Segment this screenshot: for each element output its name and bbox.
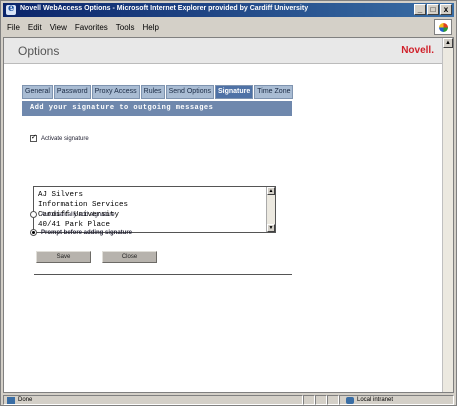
signature-text: AJ Silvers Information Services Cardiff …: [38, 190, 128, 230]
page-content: Options Novell. General Password Proxy A…: [3, 37, 454, 393]
status-cell: [327, 395, 339, 405]
internet-explorer-icon: [6, 3, 16, 15]
automatically-add-label: Automatically add signature: [41, 211, 115, 218]
prompt-before-radio[interactable]: [30, 229, 37, 236]
signature-line: 40/41 Park Place: [38, 221, 111, 229]
status-bar: Done Local intranet: [3, 395, 454, 405]
menu-file[interactable]: File: [7, 23, 20, 32]
signature-textarea[interactable]: AJ Silvers Information Services Cardiff …: [33, 186, 276, 233]
novell-logo: Novell.: [401, 45, 434, 56]
signature-line: AJ Silvers: [38, 191, 84, 199]
menu-bar: File Edit View Favorites Tools Help: [3, 19, 454, 35]
status-text-area: Done: [3, 395, 303, 405]
divider: [34, 274, 292, 275]
page-icon: [7, 396, 15, 404]
scroll-up-icon[interactable]: ▲: [267, 187, 275, 195]
minimize-button[interactable]: _: [414, 4, 426, 15]
close-button[interactable]: x: [440, 4, 452, 15]
tab-password[interactable]: Password: [53, 85, 91, 99]
tab-proxy-access[interactable]: Proxy Access: [91, 85, 140, 99]
tab-send-options[interactable]: Send Options: [165, 85, 214, 99]
intranet-icon: [346, 396, 354, 404]
activate-signature-option[interactable]: Activate signature: [30, 133, 89, 142]
status-text: Done: [18, 397, 33, 403]
maximize-button[interactable]: □: [427, 4, 439, 15]
browser-window: Novell WebAccess Options - Microsoft Int…: [0, 0, 457, 406]
menu-view[interactable]: View: [50, 23, 67, 32]
menu-favorites[interactable]: Favorites: [75, 23, 108, 32]
activate-signature-checkbox[interactable]: [30, 133, 37, 142]
tab-rules[interactable]: Rules: [140, 85, 165, 99]
menu-help[interactable]: Help: [142, 23, 158, 32]
tab-time-zone[interactable]: Time Zone: [254, 85, 294, 99]
prompt-before-option[interactable]: Prompt before adding signature: [30, 229, 132, 236]
page-scroll-up-icon[interactable]: ▲: [443, 38, 453, 48]
options-tabs: General Password Proxy Access Rules Send…: [22, 85, 294, 99]
prompt-before-label: Prompt before adding signature: [41, 229, 133, 236]
signature-scrollbar[interactable]: ▲ ▼: [266, 187, 275, 232]
status-cell: [315, 395, 327, 405]
security-zone: Local intranet: [339, 395, 454, 405]
page-scrollbar[interactable]: ▲: [442, 38, 453, 392]
tab-signature[interactable]: Signature: [214, 85, 254, 99]
title-bar[interactable]: Novell WebAccess Options - Microsoft Int…: [3, 3, 454, 17]
windows-logo-icon: [434, 19, 452, 35]
automatically-add-radio[interactable]: [30, 211, 37, 218]
automatically-add-option[interactable]: Automatically add signature: [30, 211, 115, 218]
scroll-down-icon[interactable]: ▼: [267, 224, 275, 232]
window-title: Novell WebAccess Options - Microsoft Int…: [20, 5, 309, 12]
section-banner: Add your signature to outgoing messages: [22, 101, 292, 116]
page-header: Options Novell.: [4, 38, 442, 64]
status-cell: [303, 395, 315, 405]
menu-edit[interactable]: Edit: [28, 23, 42, 32]
page-title: Options: [18, 44, 60, 58]
save-button[interactable]: Save: [36, 251, 91, 263]
zone-label: Local intranet: [357, 397, 394, 403]
close-form-button[interactable]: Close: [102, 251, 157, 263]
tab-general[interactable]: General: [22, 85, 53, 99]
menu-tools[interactable]: Tools: [116, 23, 135, 32]
signature-line: Information Services: [38, 201, 129, 209]
activate-signature-label: Activate signature: [41, 135, 89, 142]
